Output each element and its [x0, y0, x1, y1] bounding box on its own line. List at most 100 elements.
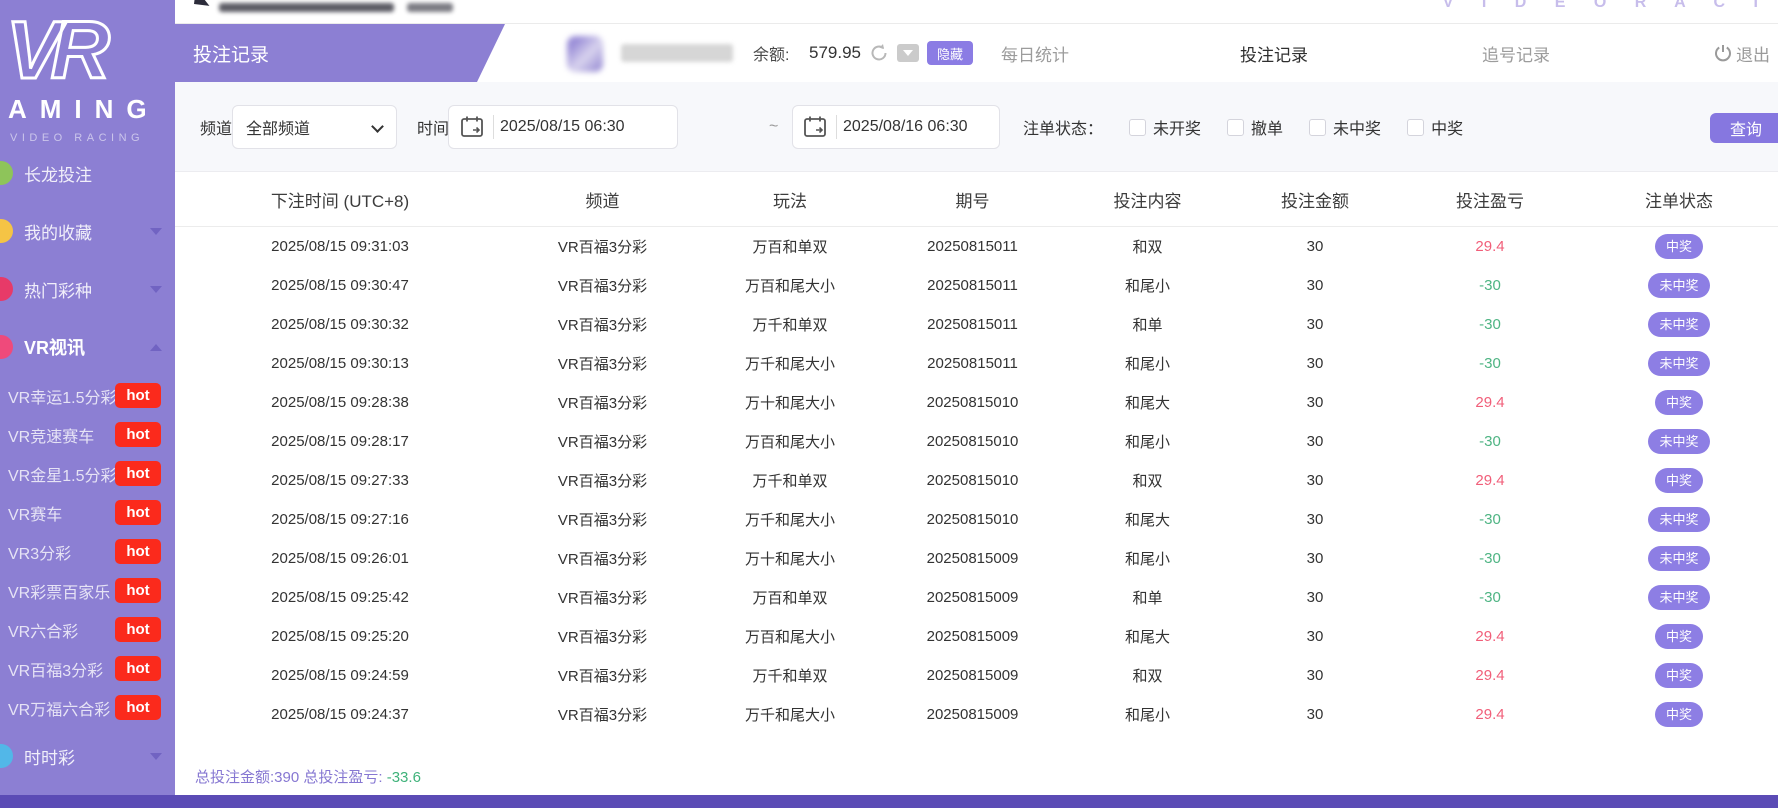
search-button[interactable]: 查询 — [1710, 113, 1778, 143]
cell-amount: 30 — [1230, 238, 1400, 255]
checkbox-未开奖[interactable] — [1129, 119, 1146, 136]
sidebar-item-我的收藏[interactable]: 我的收藏 — [0, 202, 175, 260]
table-row: 2025/08/15 09:31:03VR百福3分彩万百和单双202508150… — [175, 227, 1778, 266]
status-option-中奖[interactable]: 中奖 — [1407, 115, 1463, 139]
sidebar-subitem-label: VR彩票百家乐 — [8, 579, 110, 603]
cell-content: 和尾大 — [1065, 626, 1230, 647]
hot-badge: hot — [115, 383, 161, 408]
cell-time: 2025/08/15 09:27:16 — [175, 511, 505, 528]
checkbox-中奖[interactable] — [1407, 119, 1424, 136]
cell-amount: 30 — [1230, 628, 1400, 645]
sidebar-subitem-VR赛车[interactable]: VR赛车hot — [0, 493, 175, 532]
table-row: 2025/08/15 09:27:33VR百福3分彩万千和单双202508150… — [175, 461, 1778, 500]
sidebar-item-长龙投注[interactable]: 长龙投注 — [0, 144, 175, 202]
sidebar-subitem-VR百福3分彩[interactable]: VR百福3分彩hot — [0, 649, 175, 688]
tab-追号记录[interactable]: 追号记录 — [1482, 24, 1550, 82]
calendar-icon — [459, 114, 485, 140]
category-dot-icon — [0, 744, 13, 768]
table-row: 2025/08/15 09:24:59VR百福3分彩万千和单双202508150… — [175, 656, 1778, 695]
power-icon — [1713, 43, 1733, 63]
status-option-撤单[interactable]: 撤单 — [1227, 115, 1283, 139]
sidebar-subitem-VR金星1.5分彩[interactable]: VR金星1.5分彩hot — [0, 454, 175, 493]
cell-status: 未中奖 — [1580, 507, 1778, 532]
time-to-input[interactable]: 2025/08/16 06:30 — [792, 105, 1000, 149]
tab-每日统计[interactable]: 每日统计 — [1001, 24, 1069, 82]
cell-content: 和尾小 — [1065, 275, 1230, 296]
cell-issue: 20250815011 — [880, 355, 1065, 372]
cell-status: 中奖 — [1580, 468, 1778, 493]
cell-status: 中奖 — [1580, 234, 1778, 259]
sidebar-subitem-VR竞速赛车[interactable]: VR竞速赛车hot — [0, 415, 175, 454]
cell-channel: VR百福3分彩 — [505, 704, 700, 725]
checkbox-撤单[interactable] — [1227, 119, 1244, 136]
sidebar-subitem-VR幸运1.5分彩[interactable]: VR幸运1.5分彩hot — [0, 376, 175, 415]
cell-profit: 29.4 — [1400, 238, 1580, 255]
channel-select-value: 全部频道 — [246, 115, 310, 139]
cell-time: 2025/08/15 09:30:47 — [175, 277, 505, 294]
cell-amount: 30 — [1230, 316, 1400, 333]
channel-label: 频道 — [200, 82, 232, 172]
tab-投注记录[interactable]: 投注记录 — [1240, 24, 1308, 82]
column-header-期号: 期号 — [880, 187, 1065, 212]
cell-issue: 20250815009 — [880, 550, 1065, 567]
cell-amount: 30 — [1230, 511, 1400, 528]
column-header-玩法: 玩法 — [700, 187, 880, 212]
cell-status: 未中奖 — [1580, 585, 1778, 610]
column-header-投注盈亏: 投注盈亏 — [1400, 187, 1580, 212]
cell-channel: VR百福3分彩 — [505, 548, 700, 569]
table-row: 2025/08/15 09:28:17VR百福3分彩万百和尾大小20250815… — [175, 422, 1778, 461]
column-header-频道: 频道 — [505, 187, 700, 212]
column-header-注单状态: 注单状态 — [1580, 187, 1778, 212]
hide-balance-button[interactable]: 隐藏 — [927, 41, 973, 65]
logout-button[interactable]: 退出 — [1713, 24, 1770, 82]
cell-amount: 30 — [1230, 277, 1400, 294]
status-option-未开奖[interactable]: 未开奖 — [1129, 115, 1201, 139]
cell-content: 和尾大 — [1065, 392, 1230, 413]
cell-play: 万百和尾大小 — [700, 626, 880, 647]
balance-dropdown-button[interactable] — [897, 44, 919, 62]
blurred-announcement — [219, 3, 394, 12]
cell-play: 万百和单双 — [700, 587, 880, 608]
sidebar-subitem-VR彩票百家乐[interactable]: VR彩票百家乐hot — [0, 571, 175, 610]
status-badge: 未中奖 — [1648, 351, 1709, 376]
cell-time: 2025/08/15 09:25:42 — [175, 589, 505, 606]
channel-select[interactable]: 全部频道 — [232, 105, 397, 149]
cell-channel: VR百福3分彩 — [505, 665, 700, 686]
sidebar-subitem-label: VR3分彩 — [8, 540, 71, 564]
refresh-balance-icon[interactable] — [869, 43, 889, 63]
sidebar-subitem-VR六合彩[interactable]: VR六合彩hot — [0, 610, 175, 649]
sidebar-subitem-VR万福六合彩[interactable]: VR万福六合彩hot — [0, 688, 175, 727]
status-badge: 未中奖 — [1648, 546, 1709, 571]
checkbox-未中奖[interactable] — [1309, 119, 1326, 136]
cell-play: 万千和单双 — [700, 470, 880, 491]
sidebar-item-时时彩[interactable]: 时时彩 — [0, 727, 175, 785]
sidebar-item-label: 时时彩 — [24, 744, 75, 769]
cell-status: 中奖 — [1580, 390, 1778, 415]
sidebar-subitem-label: VR竞速赛车 — [8, 423, 94, 447]
back-arrow-icon[interactable] — [179, 0, 210, 19]
status-badge: 中奖 — [1655, 702, 1703, 727]
hot-badge: hot — [115, 695, 161, 720]
cell-status: 未中奖 — [1580, 312, 1778, 337]
sidebar-item-VR视讯[interactable]: VR视讯 — [0, 318, 175, 376]
cell-content: 和单 — [1065, 587, 1230, 608]
cell-content: 和单 — [1065, 314, 1230, 335]
status-badge: 未中奖 — [1648, 429, 1709, 454]
cell-status: 未中奖 — [1580, 351, 1778, 376]
cell-time: 2025/08/15 09:31:03 — [175, 238, 505, 255]
table-row: 2025/08/15 09:30:32VR百福3分彩万千和单双202508150… — [175, 305, 1778, 344]
sidebar: VR AMING VIDEO RACING 长龙投注我的收藏热门彩种VR视讯VR… — [0, 0, 175, 808]
cell-content: 和双 — [1065, 665, 1230, 686]
cell-status: 中奖 — [1580, 702, 1778, 727]
status-option-未中奖[interactable]: 未中奖 — [1309, 115, 1381, 139]
status-badge: 未中奖 — [1648, 312, 1709, 337]
status-badge: 未中奖 — [1648, 273, 1709, 298]
sidebar-item-热门彩种[interactable]: 热门彩种 — [0, 260, 175, 318]
hot-badge: hot — [115, 461, 161, 486]
svg-text:VR: VR — [6, 5, 110, 92]
time-from-input[interactable]: 2025/08/15 06:30 — [448, 105, 678, 149]
table-row: 2025/08/15 09:25:42VR百福3分彩万百和单双202508150… — [175, 578, 1778, 617]
table-row: 2025/08/15 09:24:37VR百福3分彩万千和尾大小20250815… — [175, 695, 1778, 734]
sidebar-subitem-VR3分彩[interactable]: VR3分彩hot — [0, 532, 175, 571]
cell-channel: VR百福3分彩 — [505, 236, 700, 257]
